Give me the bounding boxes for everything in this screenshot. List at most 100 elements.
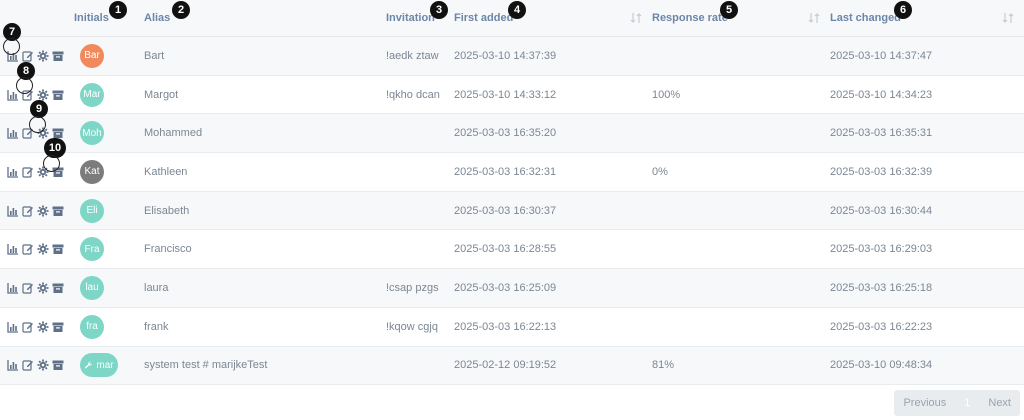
- edit-icon[interactable]: [22, 243, 34, 255]
- initials-cell: fra: [74, 307, 144, 347]
- alias-cell: laura: [144, 268, 386, 308]
- response-rate-cell: [652, 36, 830, 76]
- row-actions-cell: [0, 346, 74, 386]
- table-row[interactable]: mar system test # marijkeTest 2025-02-12…: [0, 346, 1024, 386]
- wrench-icon: [85, 361, 93, 369]
- first-added-cell: 2025-03-03 16:25:09: [454, 268, 652, 308]
- avatar: Bar: [80, 43, 104, 68]
- first-added-cell: 2025-03-03 16:22:13: [454, 307, 652, 347]
- gear-icon[interactable]: [37, 50, 49, 62]
- alias-cell: Francisco: [144, 229, 386, 270]
- invitation-cell: [386, 191, 454, 231]
- response-rate-cell: 81%: [652, 346, 830, 386]
- table-row[interactable]: Kat Kathleen 2025-03-03 16:32:31 0% 2025…: [0, 152, 1024, 192]
- sort-icon[interactable]: [630, 12, 642, 24]
- first-added-cell: 2025-03-10 14:33:12: [454, 75, 652, 115]
- table-body: Bar Bart !aedk ztaw 2025-03-10 14:37:39 …: [0, 36, 1024, 386]
- first-added-cell: 2025-03-03 16:30:37: [454, 191, 652, 231]
- table-row[interactable]: fra frank !kqow cgjq 2025-03-03 16:22:13…: [0, 307, 1024, 347]
- avatar: Fra: [80, 237, 104, 262]
- avatar-initials: mar: [96, 359, 114, 371]
- first-added-cell: 2025-02-12 09:19:52: [454, 346, 652, 386]
- initials-header-label: Initials: [74, 12, 109, 24]
- chart-icon[interactable]: [7, 321, 19, 333]
- sort-icon[interactable]: [808, 12, 820, 24]
- edit-icon[interactable]: [22, 359, 34, 371]
- archive-icon[interactable]: [52, 359, 64, 371]
- last-changed-cell: 2025-03-10 14:37:47: [830, 36, 1024, 76]
- gear-icon[interactable]: [37, 243, 49, 255]
- first-added-cell: 2025-03-03 16:35:20: [454, 113, 652, 154]
- gear-icon[interactable]: [37, 205, 49, 217]
- marker-1: 1: [109, 1, 127, 19]
- row-actions-cell: [0, 307, 74, 347]
- row-actions-cell: [0, 152, 74, 192]
- gear-icon[interactable]: [37, 89, 49, 101]
- response-rate-cell: [652, 229, 830, 270]
- avatar-initials: Fra: [84, 243, 100, 255]
- chart-icon[interactable]: [7, 166, 19, 178]
- highlight-ring-archive: [43, 155, 60, 172]
- archive-icon[interactable]: [52, 205, 64, 217]
- avatar-initials: Kat: [84, 166, 100, 178]
- invitation-cell: [386, 152, 454, 192]
- initials-cell: lau: [74, 268, 144, 308]
- gear-icon[interactable]: [37, 359, 49, 371]
- archive-icon[interactable]: [52, 243, 64, 255]
- last-changed-cell: 2025-03-03 16:32:39: [830, 152, 1024, 192]
- first-added-cell: 2025-03-03 16:32:31: [454, 152, 652, 192]
- initials-cell: Fra: [74, 229, 144, 270]
- chart-icon[interactable]: [7, 282, 19, 294]
- edit-icon[interactable]: [22, 205, 34, 217]
- response-rate-cell: [652, 191, 830, 231]
- table-row[interactable]: Moh Mohammed 2025-03-03 16:35:20 2025-03…: [0, 113, 1024, 154]
- edit-icon[interactable]: [22, 50, 34, 62]
- alias-header-label: Alias: [144, 12, 171, 24]
- response-rate-cell: [652, 113, 830, 154]
- response-rate-cell: 0%: [652, 152, 830, 192]
- row-actions-cell: [0, 268, 74, 308]
- last-changed-cell: 2025-03-03 16:22:23: [830, 307, 1024, 347]
- table-row[interactable]: lau laura !csap pzgs 2025-03-03 16:25:09…: [0, 268, 1024, 308]
- initials-cell: Mar: [74, 75, 144, 115]
- chart-icon[interactable]: [7, 359, 19, 371]
- table-row[interactable]: Mar Margot !qkho dcan 2025-03-10 14:33:1…: [0, 75, 1024, 115]
- highlight-ring-chart: [3, 38, 20, 55]
- row-actions-cell: [0, 229, 74, 270]
- edit-icon[interactable]: [22, 166, 34, 178]
- archive-icon[interactable]: [52, 50, 64, 62]
- next-button[interactable]: Next: [979, 390, 1020, 416]
- avatar: mar: [80, 353, 118, 378]
- edit-icon[interactable]: [22, 321, 34, 333]
- alias-cell: Bart: [144, 36, 386, 76]
- first-added-header-label: First added: [454, 12, 514, 24]
- previous-button[interactable]: Previous: [894, 390, 955, 416]
- initials-cell: Bar: [74, 36, 144, 76]
- archive-icon[interactable]: [52, 89, 64, 101]
- page-1-button[interactable]: 1: [955, 390, 979, 416]
- avatar-initials: fra: [86, 321, 98, 333]
- gear-icon[interactable]: [37, 282, 49, 294]
- highlight-ring-gear: [29, 116, 46, 133]
- archive-icon[interactable]: [52, 282, 64, 294]
- table-row[interactable]: Eli Elisabeth 2025-03-03 16:30:37 2025-0…: [0, 191, 1024, 231]
- marker-6: 6: [894, 1, 912, 19]
- sort-icon[interactable]: [1002, 12, 1014, 24]
- last-changed-cell: 2025-03-03 16:30:44: [830, 191, 1024, 231]
- chart-icon[interactable]: [7, 127, 19, 139]
- last-changed-header[interactable]: Last changed: [830, 0, 1024, 37]
- avatar: lau: [80, 275, 104, 300]
- edit-icon[interactable]: [22, 282, 34, 294]
- gear-icon[interactable]: [37, 321, 49, 333]
- alias-cell: Elisabeth: [144, 191, 386, 231]
- table-row[interactable]: Bar Bart !aedk ztaw 2025-03-10 14:37:39 …: [0, 36, 1024, 76]
- archive-icon[interactable]: [52, 321, 64, 333]
- chart-icon[interactable]: [7, 205, 19, 217]
- first-added-header[interactable]: First added: [454, 0, 652, 37]
- first-added-cell: 2025-03-03 16:28:55: [454, 229, 652, 270]
- marker-3: 3: [430, 1, 448, 19]
- chart-icon[interactable]: [7, 243, 19, 255]
- table-row[interactable]: Fra Francisco 2025-03-03 16:28:55 2025-0…: [0, 229, 1024, 270]
- last-changed-cell: 2025-03-10 09:48:34: [830, 346, 1024, 386]
- response-rate-header[interactable]: Response rate: [652, 0, 830, 37]
